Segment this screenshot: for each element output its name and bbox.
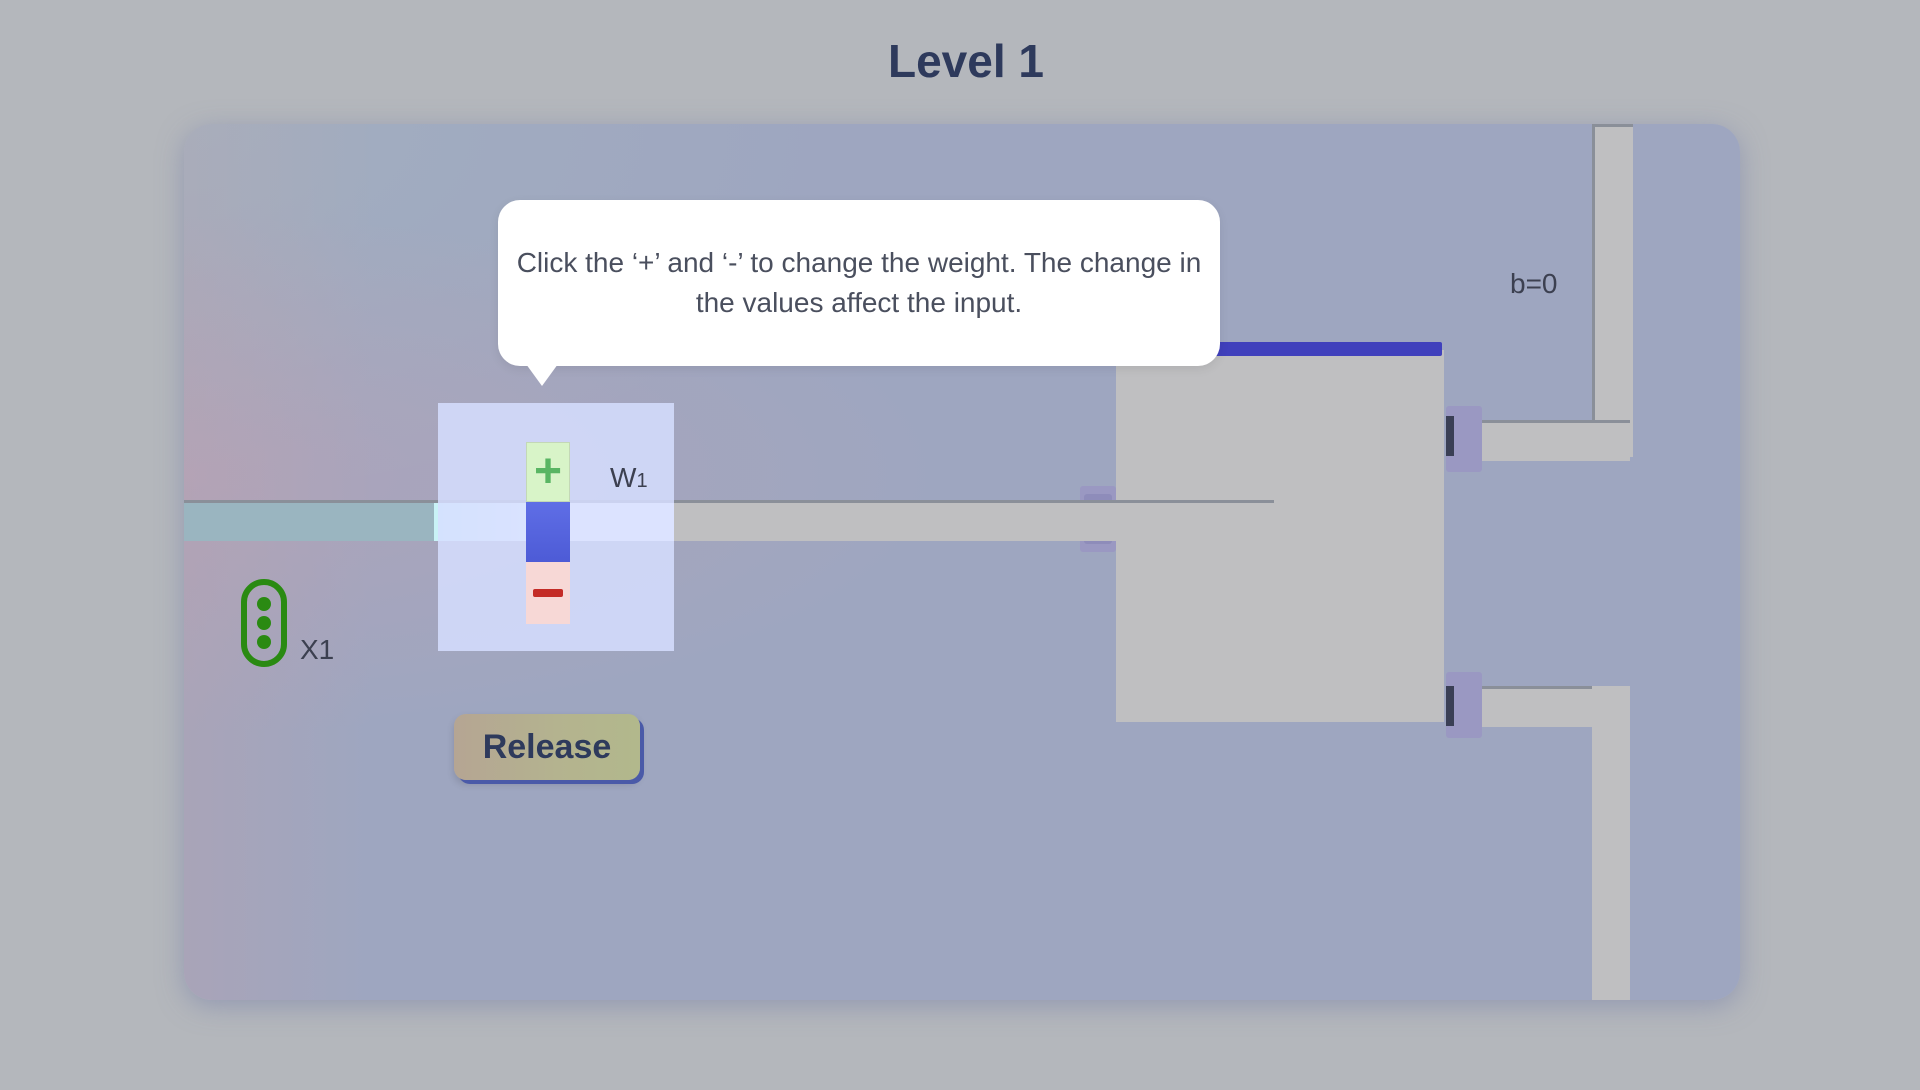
instruction-tooltip: Click the ‘+’ and ‘-’ to change the weig…	[498, 200, 1220, 386]
input-pipe-left	[184, 500, 434, 541]
input-label: X1	[300, 634, 335, 665]
neuron-activation-bar	[1198, 342, 1442, 356]
release-button[interactable]: Release	[454, 714, 640, 780]
weight-label-subscript: 1	[636, 470, 648, 492]
input-node-icon[interactable]	[240, 578, 290, 670]
minus-icon	[533, 589, 563, 597]
tooltip-pointer	[526, 364, 558, 386]
output-pipe-bottom-vertical	[1592, 686, 1630, 1000]
page-title: Level 1	[888, 35, 1044, 87]
input-pipe-right	[674, 500, 1274, 541]
plus-icon: +	[533, 445, 563, 498]
weight-decrease-button[interactable]	[526, 562, 570, 624]
weight-label: W1	[610, 462, 648, 494]
output-pipe-top-vertical	[1592, 124, 1633, 457]
output-connector-top-mark	[1446, 416, 1454, 456]
tooltip-text: Click the ‘+’ and ‘-’ to change the weig…	[516, 247, 1202, 318]
bias-label: b=0	[1510, 268, 1558, 299]
weight-label-main: W	[610, 462, 637, 493]
weight-control: +	[526, 442, 570, 624]
output-connector-bottom-mark	[1446, 686, 1454, 726]
game-board: b=0 + W1 X1 Release Click the ‘+’ and ‘-…	[184, 124, 1740, 1000]
weight-value-bar	[526, 502, 570, 562]
weight-increase-button[interactable]: +	[526, 442, 570, 502]
